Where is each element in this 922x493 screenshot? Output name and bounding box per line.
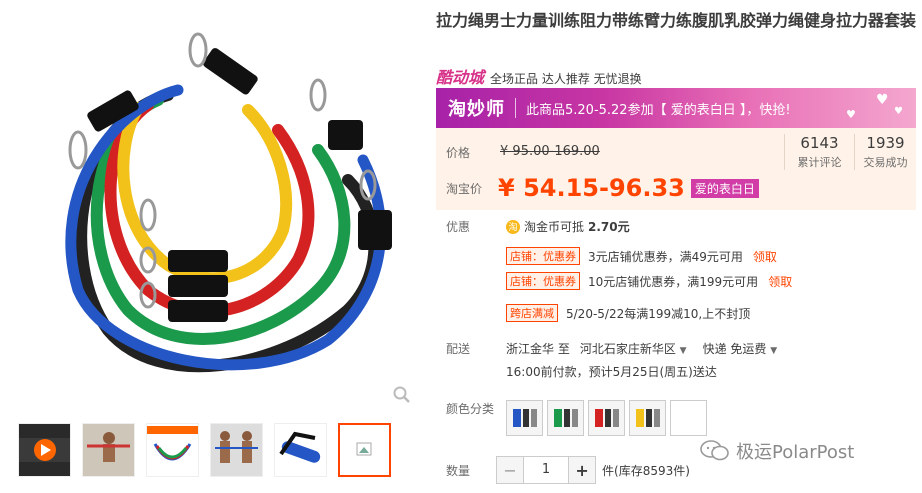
thumbnail-4-image — [211, 424, 262, 476]
banner-divider — [515, 98, 516, 118]
coupon-row: 店铺：优惠券 3元店铺优惠券，满49元可用 领取 — [506, 247, 777, 265]
ship-to: 河北石家庄新华区 — [579, 342, 676, 356]
coin-icon: 淘 — [506, 219, 520, 234]
thumbnail-6-selected[interactable] — [338, 423, 391, 477]
product-title: 拉力绳男士力量训练阻力带练臂力练腹肌乳胶弹力绳健身拉力器套装 — [436, 11, 917, 30]
claim-coupon-link[interactable]: 领取 — [768, 273, 792, 290]
color-swatch[interactable] — [670, 400, 707, 436]
watermark-text: 极运PolarPost — [736, 442, 855, 463]
coin-value: 2.70元 — [588, 220, 630, 234]
color-swatch[interactable] — [629, 400, 666, 436]
color-swatches — [506, 400, 707, 436]
heart-icon: ♥ — [876, 92, 889, 108]
discount-label: 优惠 — [446, 220, 471, 234]
cross-store-tag[interactable]: 跨店满减 — [506, 304, 558, 322]
thumbnail-4[interactable] — [210, 423, 263, 477]
broken-image-icon — [356, 442, 372, 456]
increase-button[interactable]: + — [569, 457, 596, 483]
thumbnail-video[interactable] — [18, 423, 71, 477]
event-badge: 爱的表白日 — [690, 178, 759, 198]
thumbnail-2[interactable] — [82, 423, 135, 477]
price-box: 价格 ¥ 95.00-169.00 6143 累计评论 1939 交易成功 淘宝… — [436, 128, 916, 210]
promo-price-label: 淘宝价 — [446, 181, 483, 196]
swatch-image — [554, 409, 578, 427]
banner-message: 此商品5.20-5.22参加【 爱的表白日 】，快抢! — [526, 102, 791, 118]
main-product-image[interactable] — [18, 10, 423, 410]
ship-to-selector[interactable]: 河北石家庄新华区 ▼ — [580, 340, 687, 357]
quantity-section: 数量 − 1 + 件(库存8593件) — [446, 456, 690, 484]
stock-text: 件(库存8593件) — [602, 463, 690, 478]
sales-stats: 6143 累计评论 1939 交易成功 — [784, 134, 916, 170]
thumbnail-strip — [18, 423, 391, 477]
thumbnail-3-image — [147, 424, 198, 476]
coupon-tag: 店铺：优惠券 — [506, 247, 580, 265]
caret-down-icon: ▼ — [679, 346, 687, 356]
delivery-section: 配送 浙江金华 至 河北石家庄新华区 ▼ 快递 免运费 ▼ 16:00前付款，预… — [446, 340, 777, 379]
current-price: ¥ 54.15-96.33 — [498, 174, 685, 202]
current-price-row: 淘宝价 ¥ 54.15-96.33 爱的表白日 — [446, 174, 759, 202]
color-swatch[interactable] — [506, 400, 543, 436]
coupon-row: 店铺：优惠券 10元店铺优惠券，满199元可用 领取 — [506, 272, 792, 290]
delivery-label: 配送 — [446, 342, 471, 356]
promo-banner[interactable]: 淘妙师 此商品5.20-5.22参加【 爱的表白日 】，快抢! ♥ ♥ ♥ — [436, 88, 916, 128]
coupon-tag: 店铺：优惠券 — [506, 272, 580, 290]
store-logo[interactable]: 酷动城 — [436, 64, 484, 88]
store-tagline: 酷动城 全场正品 达人推荐 无忧退换 — [436, 64, 642, 88]
coupon-text: 10元店铺优惠券，满199元可用 — [588, 274, 759, 289]
image-gallery — [0, 0, 430, 493]
quantity-label: 数量 — [446, 463, 471, 478]
quantity-input[interactable]: 1 — [523, 457, 570, 483]
coin-offer: 淘 淘金币可抵 2.70元 — [506, 218, 630, 235]
resistance-bands-illustration — [65, 32, 392, 373]
color-swatch[interactable] — [588, 400, 625, 436]
banner-brand: 淘妙师 — [448, 99, 505, 120]
color-label: 颜色分类 — [446, 402, 495, 416]
quantity-stepper: − 1 + — [496, 456, 597, 484]
reviews-stat[interactable]: 6143 累计评论 — [784, 134, 854, 170]
shipping-method-selector[interactable]: 快递 免运费 ▼ — [703, 340, 778, 357]
thumbnail-5-image — [275, 424, 326, 476]
color-options: 颜色分类 — [446, 400, 707, 436]
heart-icon: ♥ — [846, 108, 856, 121]
cross-store-text: 5/20-5/22每满199减10,上不封顶 — [566, 306, 751, 321]
caret-down-icon: ▼ — [770, 346, 778, 356]
watermark: 极运PolarPost — [700, 438, 854, 464]
swatch-image — [513, 409, 537, 427]
delivery-eta: 16:00前付款，预计5月25日(周五)送达 — [506, 365, 717, 379]
price-label: 价格 — [446, 146, 471, 160]
decrease-button[interactable]: − — [497, 457, 524, 483]
shipping-method: 快递 免运费 — [702, 342, 767, 356]
ship-from: 浙江金华 至 — [506, 342, 570, 356]
original-price-row: 价格 ¥ 95.00-169.00 — [446, 144, 600, 161]
claim-coupon-link[interactable]: 领取 — [753, 248, 777, 265]
thumbnail-3[interactable] — [146, 423, 199, 477]
heart-icon: ♥ — [894, 106, 903, 117]
deals-count: 1939 — [866, 134, 905, 152]
thumbnail-5[interactable] — [274, 423, 327, 477]
deals-label: 交易成功 — [863, 156, 908, 169]
play-icon — [19, 438, 70, 462]
wechat-icon — [700, 440, 729, 461]
cross-store-discount-row: 跨店满减 5/20-5/22每满199减10,上不封顶 — [506, 304, 750, 322]
coupon-text: 3元店铺优惠券，满49元可用 — [588, 249, 743, 264]
delivery-route: 浙江金华 至 河北石家庄新华区 ▼ 快递 免运费 ▼ — [506, 340, 906, 357]
original-price: ¥ 95.00-169.00 — [500, 144, 600, 159]
store-slogan: 全场正品 达人推荐 无忧退换 — [490, 72, 642, 86]
swatch-image — [595, 409, 619, 427]
coin-text: 淘金币可抵 — [524, 220, 585, 234]
color-swatch[interactable] — [547, 400, 584, 436]
zoom-icon[interactable] — [393, 386, 411, 404]
reviews-label: 累计评论 — [797, 156, 842, 169]
reviews-count: 6143 — [800, 134, 839, 152]
deals-stat: 1939 交易成功 — [854, 134, 916, 170]
swatch-image — [636, 409, 660, 427]
thumbnail-2-image — [83, 424, 134, 476]
